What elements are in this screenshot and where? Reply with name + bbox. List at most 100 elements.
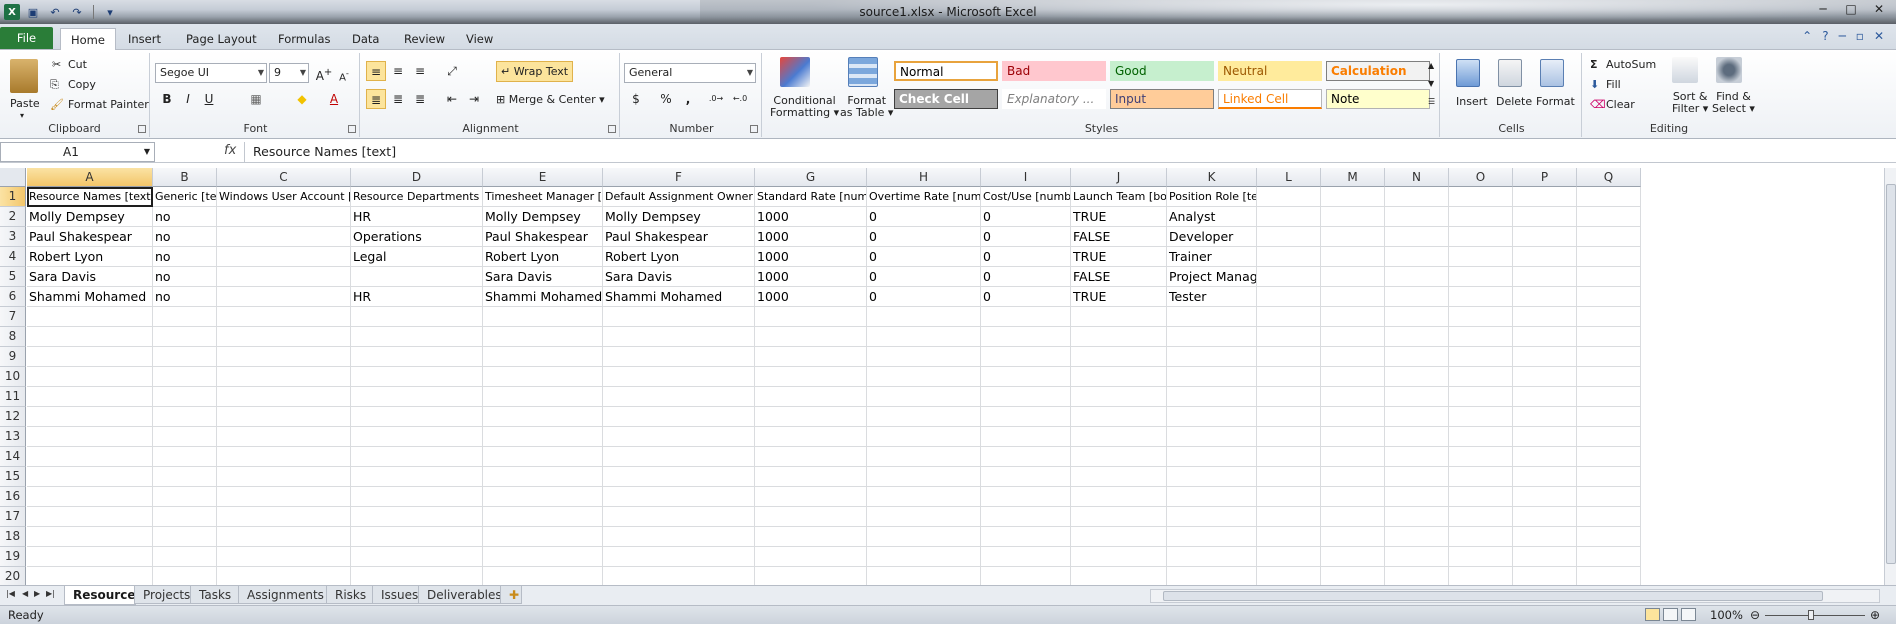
cell-p14[interactable] [1513,447,1577,467]
row-header-19[interactable]: 19 [0,547,26,567]
cell-f6[interactable]: Shammi Mohamed [603,287,755,307]
cell-f13[interactable] [603,427,755,447]
cell-c7[interactable] [217,307,351,327]
cell-h13[interactable] [867,427,981,447]
header-cell-e[interactable]: Timesheet Manager [text] [483,187,603,207]
format-button[interactable]: Format [1536,95,1575,108]
clear-button[interactable]: Clear [1606,98,1635,111]
cell-l11[interactable] [1257,387,1321,407]
cell-a12[interactable] [27,407,153,427]
cell-p15[interactable] [1513,467,1577,487]
cell-n19[interactable] [1385,547,1449,567]
cell-d6[interactable]: HR [351,287,483,307]
cell-h11[interactable] [867,387,981,407]
cell-b8[interactable] [153,327,217,347]
cell-j15[interactable] [1071,467,1167,487]
cell-f12[interactable] [603,407,755,427]
cell-o14[interactable] [1449,447,1513,467]
minimize-ribbon-icon[interactable]: ⌃ [1802,29,1812,43]
orientation-icon[interactable]: ⤢ [442,61,462,81]
cell-n8[interactable] [1385,327,1449,347]
cell-o9[interactable] [1449,347,1513,367]
cell-f19[interactable] [603,547,755,567]
cell-e11[interactable] [483,387,603,407]
cell-l6[interactable] [1257,287,1321,307]
cell-c8[interactable] [217,327,351,347]
cell-i8[interactable] [981,327,1071,347]
cell-h17[interactable] [867,507,981,527]
cell-g17[interactable] [755,507,867,527]
close-button[interactable]: ✕ [1872,2,1886,16]
cell-b2[interactable]: no [153,207,217,227]
cell-q10[interactable] [1577,367,1641,387]
styles-more-icon[interactable]: ☰ [1428,97,1435,106]
shrink-font-icon[interactable]: A- [334,63,354,83]
cell-q4[interactable] [1577,247,1641,267]
cell-i13[interactable] [981,427,1071,447]
cell-i4[interactable]: 0 [981,247,1071,267]
cell-j7[interactable] [1071,307,1167,327]
cell-e5[interactable]: Sara Davis [483,267,603,287]
cell-c18[interactable] [217,527,351,547]
row-header-2[interactable]: 2 [0,207,26,227]
row-header-1[interactable]: 1 [0,187,26,207]
cell-o20[interactable] [1449,567,1513,585]
zoom-slider-track[interactable] [1765,615,1865,616]
cell-j18[interactable] [1071,527,1167,547]
cell-e10[interactable] [483,367,603,387]
style-explanatory[interactable]: Explanatory ... [1002,89,1106,109]
row-header-5[interactable]: 5 [0,267,26,287]
cell-h7[interactable] [867,307,981,327]
cell-p2[interactable] [1513,207,1577,227]
cell-p12[interactable] [1513,407,1577,427]
delete-button[interactable]: Delete [1496,95,1532,108]
cell-h20[interactable] [867,567,981,585]
cell-g8[interactable] [755,327,867,347]
sheet-tab-projects[interactable]: Projects [134,586,192,604]
style-check-cell[interactable]: Check Cell [894,89,998,109]
cell-m14[interactable] [1321,447,1385,467]
cell-j4[interactable]: TRUE [1071,247,1167,267]
cell-b5[interactable]: no [153,267,217,287]
percent-button[interactable]: % [656,89,676,109]
cell-i20[interactable] [981,567,1071,585]
normal-view-icon[interactable] [1645,608,1660,621]
cell-p10[interactable] [1513,367,1577,387]
cell-m10[interactable] [1321,367,1385,387]
header-cell-n[interactable] [1385,187,1449,207]
cell-q14[interactable] [1577,447,1641,467]
cell-o17[interactable] [1449,507,1513,527]
cell-q2[interactable] [1577,207,1641,227]
cell-k3[interactable]: Developer [1167,227,1257,247]
cell-a5[interactable]: Sara Davis [27,267,153,287]
cell-c4[interactable] [217,247,351,267]
cell-g18[interactable] [755,527,867,547]
sheet-tab-resources[interactable]: Resources [64,586,143,605]
cell-h15[interactable] [867,467,981,487]
style-linked-cell[interactable]: Linked Cell [1218,89,1322,109]
cell-m2[interactable] [1321,207,1385,227]
cell-m9[interactable] [1321,347,1385,367]
cell-a14[interactable] [27,447,153,467]
page-layout-view-icon[interactable] [1663,608,1678,621]
column-header-k[interactable]: K [1167,168,1257,187]
align-center-icon[interactable]: ≣ [388,89,408,109]
row-header-16[interactable]: 16 [0,487,26,507]
header-cell-i[interactable]: Cost/Use [number] [981,187,1071,207]
cell-n9[interactable] [1385,347,1449,367]
cell-c17[interactable] [217,507,351,527]
column-header-o[interactable]: O [1449,168,1513,187]
row-header-20[interactable]: 20 [0,567,26,585]
cell-b13[interactable] [153,427,217,447]
conditional-formatting-icon[interactable] [780,57,810,87]
cell-k20[interactable] [1167,567,1257,585]
align-bottom-icon[interactable]: ≡ [410,61,430,81]
cell-c13[interactable] [217,427,351,447]
row-header-14[interactable]: 14 [0,447,26,467]
cell-k10[interactable] [1167,367,1257,387]
cell-f5[interactable]: Sara Davis [603,267,755,287]
sheet-tab-tasks[interactable]: Tasks [190,586,240,604]
cell-o8[interactable] [1449,327,1513,347]
horizontal-scrollbar[interactable] [1150,589,1880,603]
cell-j11[interactable] [1071,387,1167,407]
